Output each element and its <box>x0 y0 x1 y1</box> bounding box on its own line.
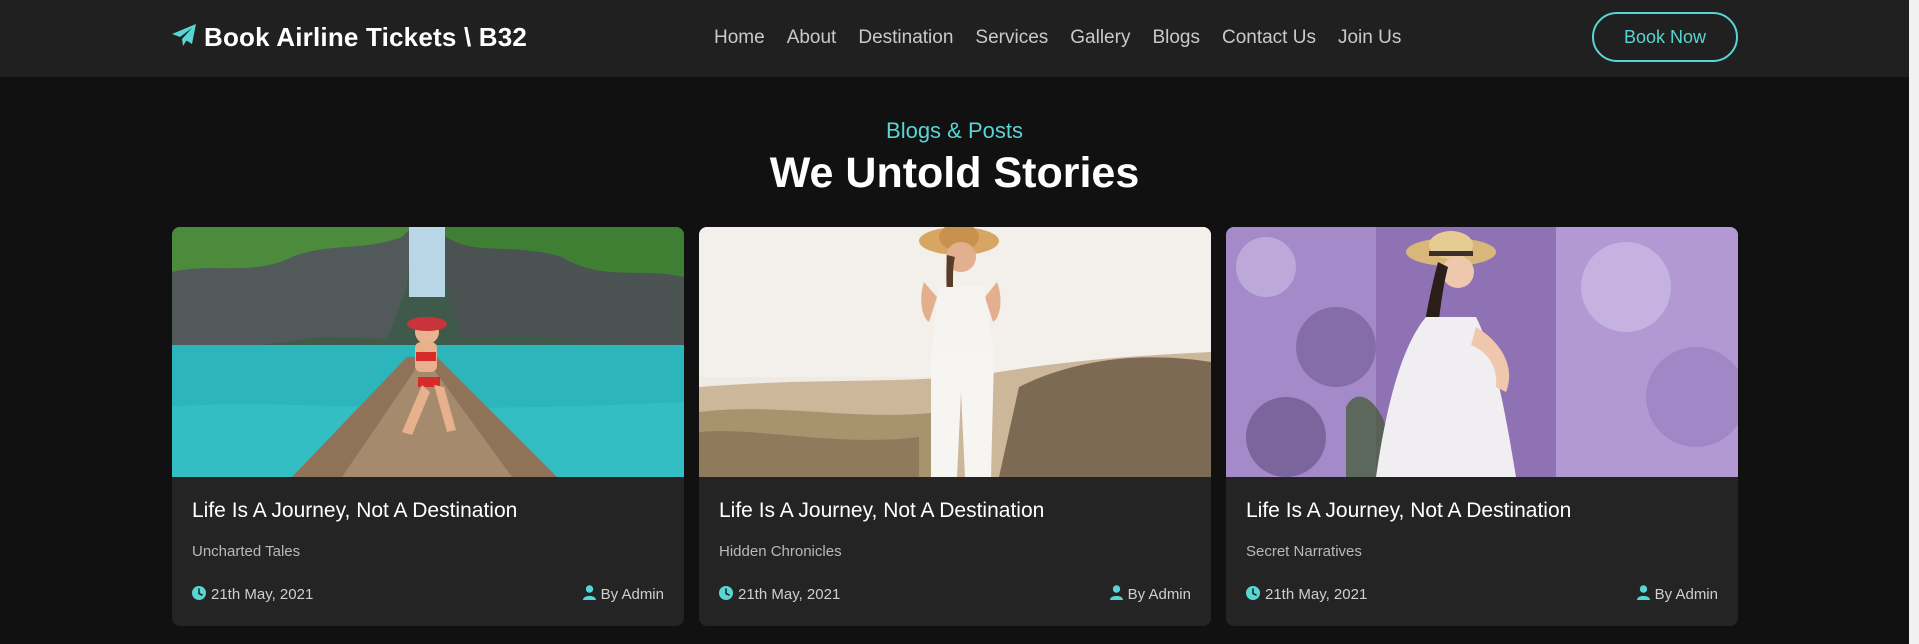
book-now-button[interactable]: Book Now <box>1592 12 1738 62</box>
card-author: By Admin <box>1109 585 1191 604</box>
card-date-text: 21th May, 2021 <box>1265 586 1368 603</box>
nav-destination[interactable]: Destination <box>858 27 953 49</box>
card-date-text: 21th May, 2021 <box>738 586 841 603</box>
nav-services[interactable]: Services <box>975 27 1048 49</box>
card-date: 21th May, 2021 <box>192 585 314 604</box>
card-author-text: By Admin <box>1127 586 1191 603</box>
navbar: Book Airline Tickets \ B32 Home About De… <box>0 0 1909 77</box>
nav-blogs[interactable]: Blogs <box>1152 27 1200 49</box>
card-title[interactable]: Life Is A Journey, Not A Destination <box>192 499 517 523</box>
page: Book Airline Tickets \ B32 Home About De… <box>0 0 1919 644</box>
blog-card[interactable]: Life Is A Journey, Not A Destination Sec… <box>1226 227 1738 626</box>
nav-gallery[interactable]: Gallery <box>1070 27 1130 49</box>
user-icon <box>1636 585 1650 604</box>
woman-in-purple-flowers-photo <box>1226 227 1738 477</box>
card-author-text: By Admin <box>600 586 664 603</box>
card-date-text: 21th May, 2021 <box>211 586 314 603</box>
blog-card[interactable]: Life Is A Journey, Not A Destination Hid… <box>699 227 1211 626</box>
clock-icon <box>1246 585 1260 604</box>
brand-logo-link[interactable]: Book Airline Tickets \ B32 <box>171 18 527 56</box>
woman-on-boat-lagoon-photo <box>172 227 684 477</box>
card-date: 21th May, 2021 <box>719 585 841 604</box>
card-meta: 21th May, 2021 By Admin <box>719 585 1191 604</box>
blog-card[interactable]: Life Is A Journey, Not A Destination Unc… <box>172 227 684 626</box>
card-meta: 21th May, 2021 By Admin <box>192 585 664 604</box>
user-icon <box>1109 585 1123 604</box>
card-author: By Admin <box>1636 585 1718 604</box>
card-date: 21th May, 2021 <box>1246 585 1368 604</box>
paper-plane-icon <box>171 23 197 52</box>
card-subtitle: Secret Narratives <box>1246 543 1362 560</box>
section-title: We Untold Stories <box>769 149 1140 197</box>
nav-home[interactable]: Home <box>714 27 765 49</box>
section-subtitle: Blogs & Posts <box>886 118 1023 143</box>
card-subtitle: Uncharted Tales <box>192 543 301 560</box>
nav-join-us[interactable]: Join Us <box>1338 27 1401 49</box>
card-title[interactable]: Life Is A Journey, Not A Destination <box>719 499 1044 523</box>
card-title[interactable]: Life Is A Journey, Not A Destination <box>1246 499 1571 523</box>
card-meta: 21th May, 2021 By Admin <box>1246 585 1718 604</box>
card-author: By Admin <box>582 585 664 604</box>
main-nav: Home About Destination Services Gallery … <box>714 24 1401 52</box>
nav-about[interactable]: About <box>787 27 837 49</box>
page-scrollbar[interactable] <box>1909 0 1919 644</box>
card-subtitle: Hidden Chronicles <box>719 543 842 560</box>
nav-contact-us[interactable]: Contact Us <box>1222 27 1316 49</box>
clock-icon <box>719 585 733 604</box>
clock-icon <box>192 585 206 604</box>
brand-name: Book Airline Tickets \ B32 <box>204 21 528 52</box>
user-icon <box>582 585 596 604</box>
woman-in-white-on-dunes-photo <box>699 227 1211 477</box>
blog-cards: Life Is A Journey, Not A Destination Unc… <box>172 227 1738 626</box>
card-author-text: By Admin <box>1654 586 1718 603</box>
